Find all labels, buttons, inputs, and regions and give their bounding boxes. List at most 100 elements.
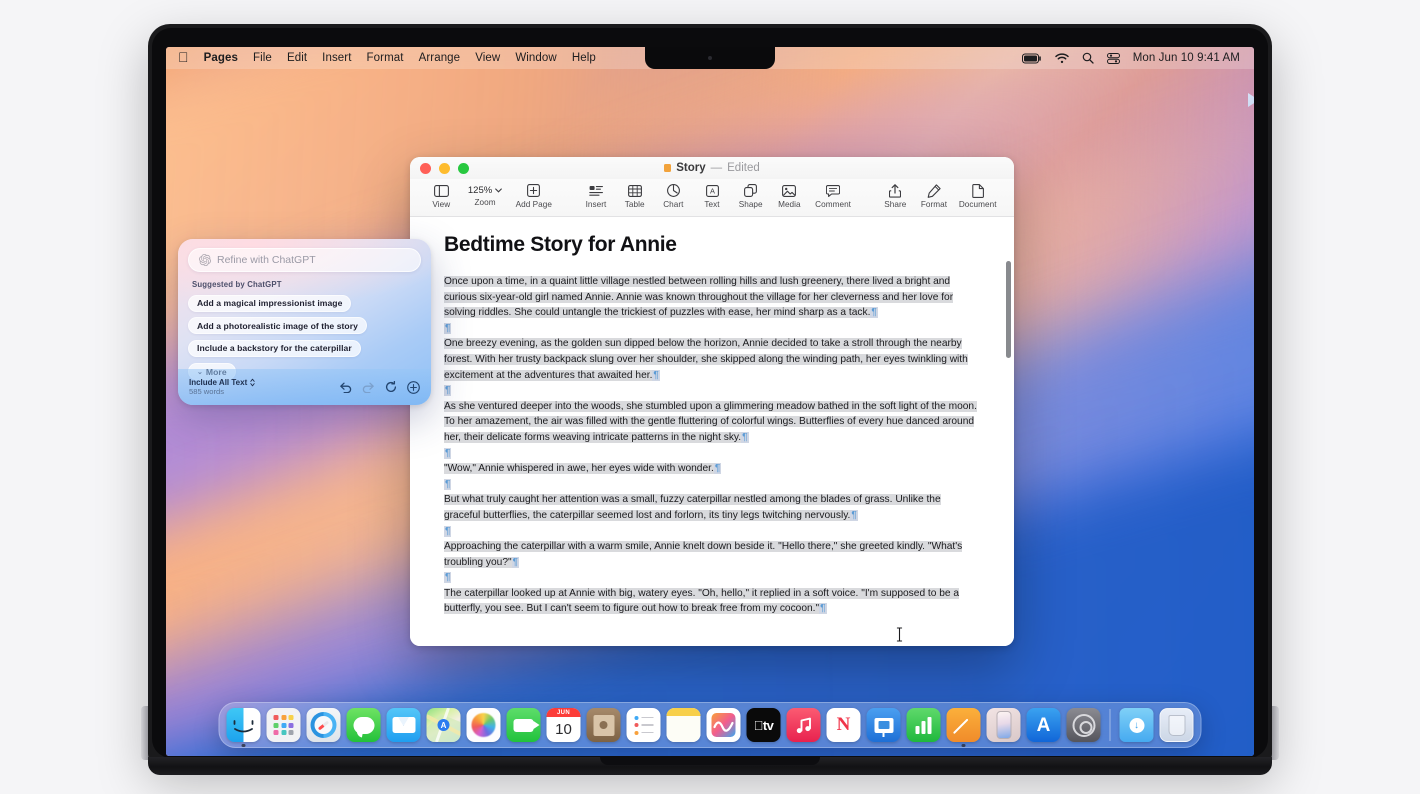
toolbar-insert-button[interactable]: Insert: [577, 180, 616, 209]
menu-item-pages[interactable]: Pages: [204, 52, 238, 64]
document-icon: [664, 164, 671, 172]
toolbar-view-button[interactable]: View: [422, 180, 461, 209]
zoom-value-group[interactable]: 125%: [463, 184, 507, 197]
menu-item-window[interactable]: Window: [515, 52, 557, 64]
menu-item-insert[interactable]: Insert: [322, 52, 351, 64]
table-icon: [628, 182, 642, 199]
pilcrow-mark: ¶: [741, 432, 748, 443]
scrollbar-thumb[interactable]: [1006, 261, 1011, 358]
chatgpt-logo-icon: [199, 254, 211, 266]
laptop-frame:  Pages File Edit Insert Format Arrange …: [0, 0, 1420, 794]
toolbar-comment-button[interactable]: Comment: [809, 180, 858, 209]
edited-status: Edited: [727, 162, 760, 174]
toolbar-text-button[interactable]: A Text: [693, 180, 732, 209]
paragraph-7: The caterpillar looked up at Annie with …: [444, 586, 978, 617]
dock-item-keynote[interactable]: [867, 708, 901, 742]
dock-item-news[interactable]: N: [827, 708, 861, 742]
dock-item-numbers[interactable]: [907, 708, 941, 742]
menu-item-format[interactable]: Format: [367, 52, 404, 64]
include-all-text-selector[interactable]: Include All Text: [189, 378, 255, 387]
menu-item-edit[interactable]: Edit: [287, 52, 307, 64]
dock-item-maps[interactable]: A: [427, 708, 461, 742]
toolbar-comment-label: Comment: [815, 200, 851, 209]
media-icon: [782, 182, 796, 199]
dock-item-music[interactable]: [787, 708, 821, 742]
control-center-icon[interactable]: [1107, 53, 1120, 64]
toolbar-zoom-control[interactable]: 125% Zoom: [461, 180, 510, 207]
dock-item-reminders[interactable]: [627, 708, 661, 742]
pages-window: Story — Edited View 125%: [410, 157, 1014, 646]
menu-item-arrange[interactable]: Arrange: [419, 52, 461, 64]
dock-item-photos[interactable]: [467, 708, 501, 742]
toolbar-shape-button[interactable]: Shape: [731, 180, 770, 209]
include-all-text-label: Include All Text: [189, 378, 247, 387]
toolbar-media-button[interactable]: Media: [770, 180, 809, 209]
dock-item-pages[interactable]: [947, 708, 981, 742]
window-title[interactable]: Story: [676, 162, 705, 174]
dock-item-apple-tv[interactable]: tv: [747, 708, 781, 742]
running-indicator: [242, 744, 246, 748]
dock-item-app-store[interactable]: A: [1027, 708, 1061, 742]
apple-logo-icon[interactable]: : [178, 50, 189, 64]
calendar-day: 10: [555, 717, 572, 742]
document-canvas[interactable]: Bedtime Story for Annie Once upon a time…: [410, 217, 1014, 646]
dock-item-facetime[interactable]: [507, 708, 541, 742]
add-icon[interactable]: [407, 381, 420, 394]
paragraph-2-text: One breezy evening, as the golden sun di…: [444, 338, 968, 380]
comment-icon: [826, 182, 840, 199]
toolbar-view-label: View: [432, 200, 450, 209]
zoom-value: 125%: [468, 185, 492, 196]
dock-item-messages[interactable]: [347, 708, 381, 742]
dock-item-mail[interactable]: [387, 708, 421, 742]
paragraph-3: As she ventured deeper into the woods, s…: [444, 399, 978, 446]
add-page-icon: [527, 182, 540, 199]
dock-item-system-settings[interactable]: [1067, 708, 1101, 742]
dock-item-contacts[interactable]: [587, 708, 621, 742]
wifi-icon[interactable]: [1055, 53, 1069, 64]
calendar-month: JUN: [547, 708, 581, 717]
toolbar-add-page-button[interactable]: Add Page: [509, 180, 558, 209]
pilcrow-mark: ¶: [444, 448, 451, 459]
paragraph-2: One breezy evening, as the golden sun di…: [444, 336, 978, 383]
toolbar-format-button[interactable]: Format: [915, 180, 954, 209]
dock-item-finder[interactable]: [227, 708, 261, 742]
dock-item-launchpad[interactable]: [267, 708, 301, 742]
menu-bar-clock[interactable]: Mon Jun 10 9:41 AM: [1133, 52, 1240, 64]
dock-item-downloads[interactable]: ↓: [1120, 708, 1154, 742]
blank-line-3: ¶: [444, 446, 990, 462]
undo-icon[interactable]: [339, 382, 352, 393]
menu-item-file[interactable]: File: [253, 52, 272, 64]
suggestion-chip-3[interactable]: Include a backstory for the caterpillar: [188, 340, 361, 357]
document-scrollbar[interactable]: [1006, 261, 1011, 646]
dock-item-iphone-mirroring[interactable]: [987, 708, 1021, 742]
menu-item-help[interactable]: Help: [572, 52, 596, 64]
menu-item-view[interactable]: View: [475, 52, 500, 64]
dock-item-freeform[interactable]: [707, 708, 741, 742]
toolbar-table-button[interactable]: Table: [615, 180, 654, 209]
pilcrow-mark: ¶: [444, 479, 451, 490]
suggestion-chip-2[interactable]: Add a photorealistic image of the story: [188, 317, 367, 334]
chart-icon: [667, 182, 680, 199]
suggestion-chip-1[interactable]: Add a magical impressionist image: [188, 295, 351, 312]
dock-item-notes[interactable]: [667, 708, 701, 742]
document-title: Bedtime Story for Annie: [444, 233, 990, 257]
battery-icon[interactable]: [1022, 53, 1042, 64]
toolbar-document-button[interactable]: Document: [953, 180, 1002, 209]
chatgpt-refine-panel: Refine with ChatGPT Suggested by ChatGPT…: [178, 239, 431, 405]
toolbar-share-button[interactable]: Share: [876, 180, 915, 209]
paragraph-1: Once upon a time, in a quaint little vil…: [444, 274, 978, 321]
insert-icon: [589, 182, 603, 199]
toolbar-chart-button[interactable]: Chart: [654, 180, 693, 209]
paragraph-3-text: As she ventured deeper into the woods, s…: [444, 401, 977, 443]
redo-icon[interactable]: [362, 382, 375, 393]
dock-item-trash[interactable]: [1160, 708, 1194, 742]
toolbar-text-label: Text: [704, 200, 719, 209]
dock-item-safari[interactable]: [307, 708, 341, 742]
dock-item-calendar[interactable]: JUN 10: [547, 708, 581, 742]
regenerate-icon[interactable]: [385, 381, 397, 393]
chatgpt-input-field[interactable]: Refine with ChatGPT: [188, 248, 421, 272]
text-cursor-icon: [896, 627, 903, 642]
search-icon[interactable]: [1082, 52, 1094, 64]
toolbar-zoom-label: Zoom: [474, 198, 495, 207]
shape-icon: [744, 182, 757, 199]
